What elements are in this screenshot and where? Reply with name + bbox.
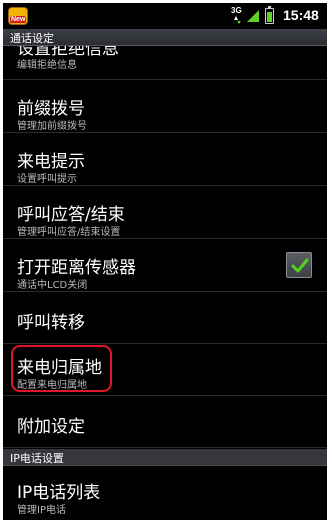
title-bar: 通话设定 <box>3 29 327 46</box>
setting-title: 附加设定 <box>17 417 85 437</box>
battery-level <box>267 12 272 22</box>
network-type-label: 3G <box>231 6 242 15</box>
section-header-ip: IP电话设置 <box>3 449 327 466</box>
new-badge-icon: New <box>8 7 28 25</box>
check-icon <box>291 258 309 273</box>
setting-title: 呼叫应答/结束 <box>17 205 125 225</box>
proximity-sensor-checkbox[interactable] <box>286 252 312 278</box>
setting-subtitle: 管理IP电话 <box>17 505 66 516</box>
setting-title: 前缀拨号 <box>17 99 85 119</box>
status-clock: 15:48 <box>283 7 319 23</box>
setting-title: 打开距离传感器 <box>17 258 136 278</box>
page-title: 通话设定 <box>10 32 54 45</box>
setting-subtitle: 管理呼叫应答/结束设置 <box>17 227 121 238</box>
setting-subtitle: 管理加前缀拨号 <box>17 121 87 132</box>
phone-screen: New 3G 15:48 通话设定 设置拒绝信息 编辑拒绝信息 前缀拨号 管理加… <box>3 3 327 520</box>
setting-item-additional-settings[interactable]: 附加设定 <box>3 396 327 448</box>
setting-item-proximity-sensor[interactable]: 打开距离传感器 通话中LCD关闭 <box>3 239 327 292</box>
setting-item-ip-list[interactable]: IP电话列表 管理IP电话 <box>3 466 327 520</box>
setting-title: 呼叫转移 <box>17 313 85 333</box>
setting-subtitle: 编辑拒绝信息 <box>17 60 77 71</box>
setting-item-prefix-dialing[interactable]: 前缀拨号 管理加前缀拨号 <box>3 80 327 133</box>
highlight-annotation <box>11 345 112 392</box>
battery-icon <box>265 6 274 24</box>
setting-item-call-alert[interactable]: 来电提示 设置呼叫提示 <box>3 133 327 186</box>
setting-subtitle: 设置呼叫提示 <box>17 174 77 185</box>
setting-item-answer-end[interactable]: 呼叫应答/结束 管理呼叫应答/结束设置 <box>3 186 327 239</box>
data-activity-icon <box>234 16 241 24</box>
setting-title: 来电提示 <box>17 152 85 172</box>
setting-item-reject-message[interactable]: 设置拒绝信息 编辑拒绝信息 <box>3 46 327 80</box>
app-badge-label: New <box>10 16 27 23</box>
settings-list: 设置拒绝信息 编辑拒绝信息 前缀拨号 管理加前缀拨号 来电提示 设置呼叫提示 呼… <box>3 46 327 520</box>
section-header-label: IP电话设置 <box>10 452 64 465</box>
status-bar: New 3G 15:48 <box>3 3 327 29</box>
setting-subtitle: 通话中LCD关闭 <box>17 280 88 291</box>
setting-title: IP电话列表 <box>17 483 101 503</box>
signal-icon <box>247 10 259 22</box>
setting-item-call-forwarding[interactable]: 呼叫转移 <box>3 292 327 344</box>
